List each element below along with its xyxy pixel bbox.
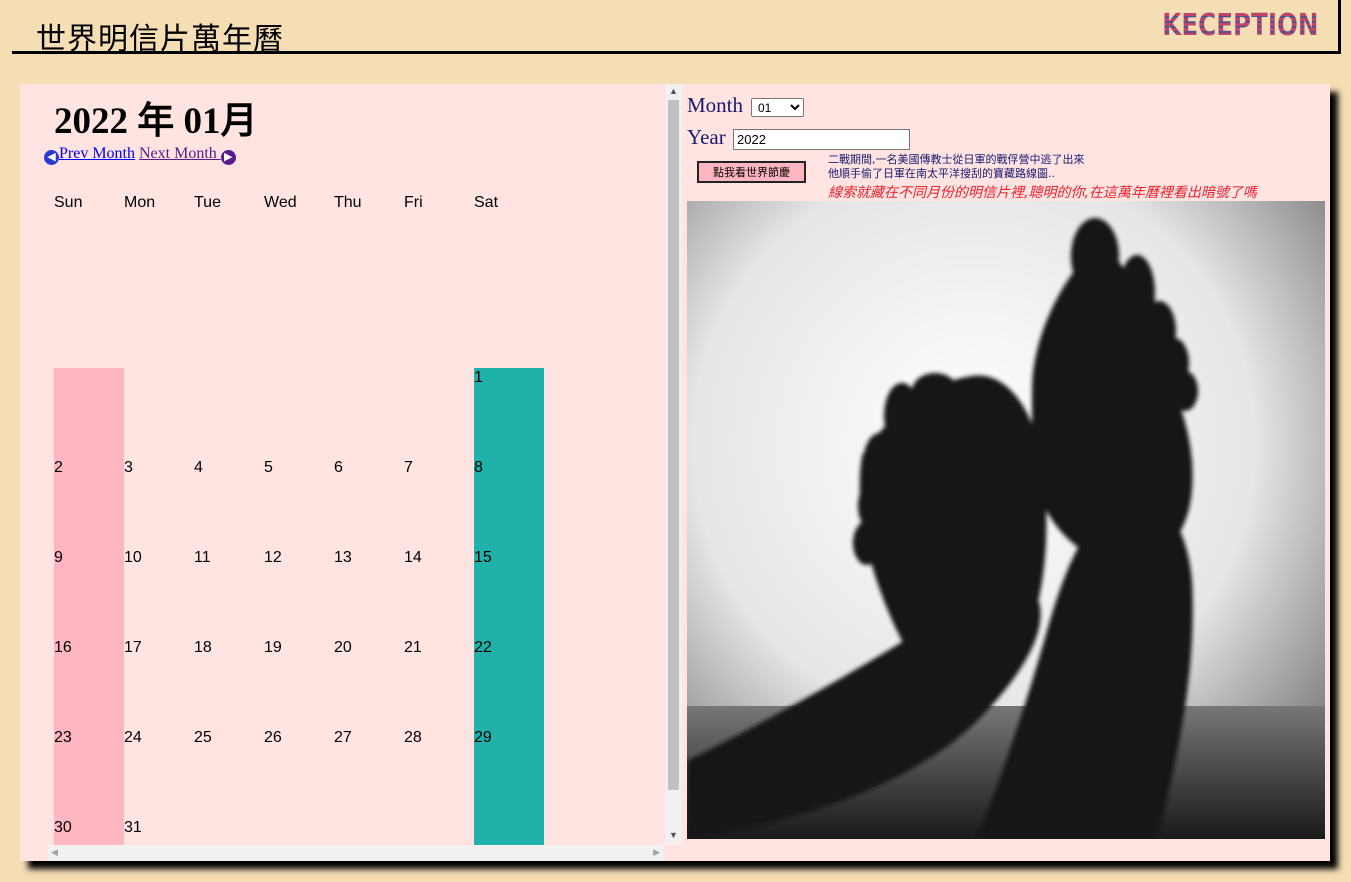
year-input[interactable] (733, 129, 910, 150)
vertical-scrollbar[interactable]: ▲ ▼ (665, 84, 682, 845)
day-cell[interactable]: 31 (124, 819, 142, 837)
day-cell[interactable]: 28 (404, 729, 422, 747)
scroll-up-icon[interactable]: ▲ (669, 86, 678, 96)
day-cell[interactable]: 4 (194, 459, 203, 477)
day-cell[interactable]: 19 (264, 639, 282, 657)
month-label: Month (687, 93, 744, 117)
weekday-header: Sat (474, 194, 499, 211)
month-select[interactable]: 01 (751, 98, 804, 117)
day-cell[interactable]: 11 (194, 549, 211, 567)
scroll-right-icon[interactable]: ▶ (653, 847, 660, 858)
site-header: 世界明信片萬年曆 KECEPTION (12, 0, 1341, 57)
year-label: Year (687, 125, 726, 149)
show-festivals-button[interactable]: 點我看世界節慶 (697, 161, 806, 183)
weekday-header: Fri (404, 194, 423, 211)
day-cell[interactable]: 3 (124, 459, 133, 477)
prev-month-label: Prev Month (59, 145, 135, 162)
main-panel: 2022 年 01月 ◀ Prev Month Next Month ▶ Sun M… (20, 84, 1330, 861)
day-cell[interactable]: 21 (404, 639, 422, 657)
day-cell[interactable]: 10 (124, 549, 142, 567)
day-cell[interactable]: 16 (54, 639, 72, 657)
hint-text: 線索就藏在不同月份的明信片裡,聰明的你,在這萬年曆裡看出暗號了嗎 (828, 185, 1257, 201)
day-cell[interactable]: 7 (404, 459, 413, 477)
day-cell[interactable]: 25 (194, 729, 212, 747)
story-line-1: 二戰期間,一名美國傳教士從日軍的戰俘營中逃了出來 (828, 153, 1085, 166)
weekday-header: Mon (124, 194, 156, 211)
day-cell[interactable]: 8 (474, 459, 483, 477)
day-cell[interactable]: 15 (474, 549, 492, 567)
weekday-header: Wed (264, 194, 297, 211)
prev-month-link[interactable]: ◀ Prev Month (44, 145, 135, 165)
scroll-left-icon[interactable]: ◀ (51, 847, 58, 858)
site-title: 世界明信片萬年曆 (36, 22, 284, 57)
sunday-column-highlight (54, 368, 124, 861)
day-cell[interactable]: 29 (474, 729, 492, 747)
postcard-pane: Month 01 Year 點我看世界節慶 二戰期間,一名美國傳教士從日軍的戰俘… (682, 84, 1330, 861)
day-cell[interactable]: 18 (194, 639, 212, 657)
day-cell[interactable]: 5 (264, 459, 273, 477)
day-cell[interactable]: 9 (54, 549, 63, 567)
day-cell[interactable]: 17 (124, 639, 142, 657)
arrow-left-icon: ◀ (44, 150, 59, 165)
scroll-down-icon[interactable]: ▼ (669, 830, 678, 840)
day-cell[interactable]: 26 (264, 729, 282, 747)
month-navigation: ◀ Prev Month Next Month ▶ (44, 145, 236, 165)
saturday-column-highlight (474, 368, 544, 861)
weekday-header: Tue (194, 194, 221, 211)
vertical-scroll-thumb[interactable] (668, 100, 679, 790)
site-logo[interactable]: KECEPTION (1162, 8, 1318, 43)
next-month-label: Next Month (139, 145, 221, 162)
day-cell[interactable]: 30 (54, 819, 72, 837)
day-cell[interactable]: 14 (404, 549, 422, 567)
calendar-heading: 2022 年 01月 (54, 101, 258, 142)
day-cell[interactable]: 13 (334, 549, 352, 567)
weekday-header: Thu (334, 194, 362, 211)
day-cell[interactable]: 12 (264, 549, 282, 567)
story-text: 二戰期間,一名美國傳教士從日軍的戰俘營中逃了出來 他順手偷了日軍在南太平洋搜刮的… (828, 153, 1085, 181)
day-cell[interactable]: 2 (54, 459, 63, 477)
horizontal-scrollbar[interactable]: ◀ ▶ (48, 845, 664, 861)
story-line-2: 他順手偷了日軍在南太平洋搜刮的寶藏路線圖.. (828, 167, 1055, 180)
day-cell[interactable]: 1 (474, 369, 483, 387)
day-cell[interactable]: 20 (334, 639, 352, 657)
day-cell[interactable]: 22 (474, 639, 492, 657)
weekday-header: Sun (54, 194, 83, 211)
day-cell[interactable]: 27 (334, 729, 352, 747)
arrow-right-icon: ▶ (220, 150, 236, 165)
next-month-link[interactable]: Next Month ▶ (139, 145, 236, 165)
day-cell[interactable]: 24 (124, 729, 142, 747)
calendar-pane: 2022 年 01月 ◀ Prev Month Next Month ▶ Sun M… (20, 84, 682, 861)
postcard-image (687, 201, 1325, 839)
day-cell[interactable]: 23 (54, 729, 72, 747)
day-cell[interactable]: 6 (334, 459, 343, 477)
